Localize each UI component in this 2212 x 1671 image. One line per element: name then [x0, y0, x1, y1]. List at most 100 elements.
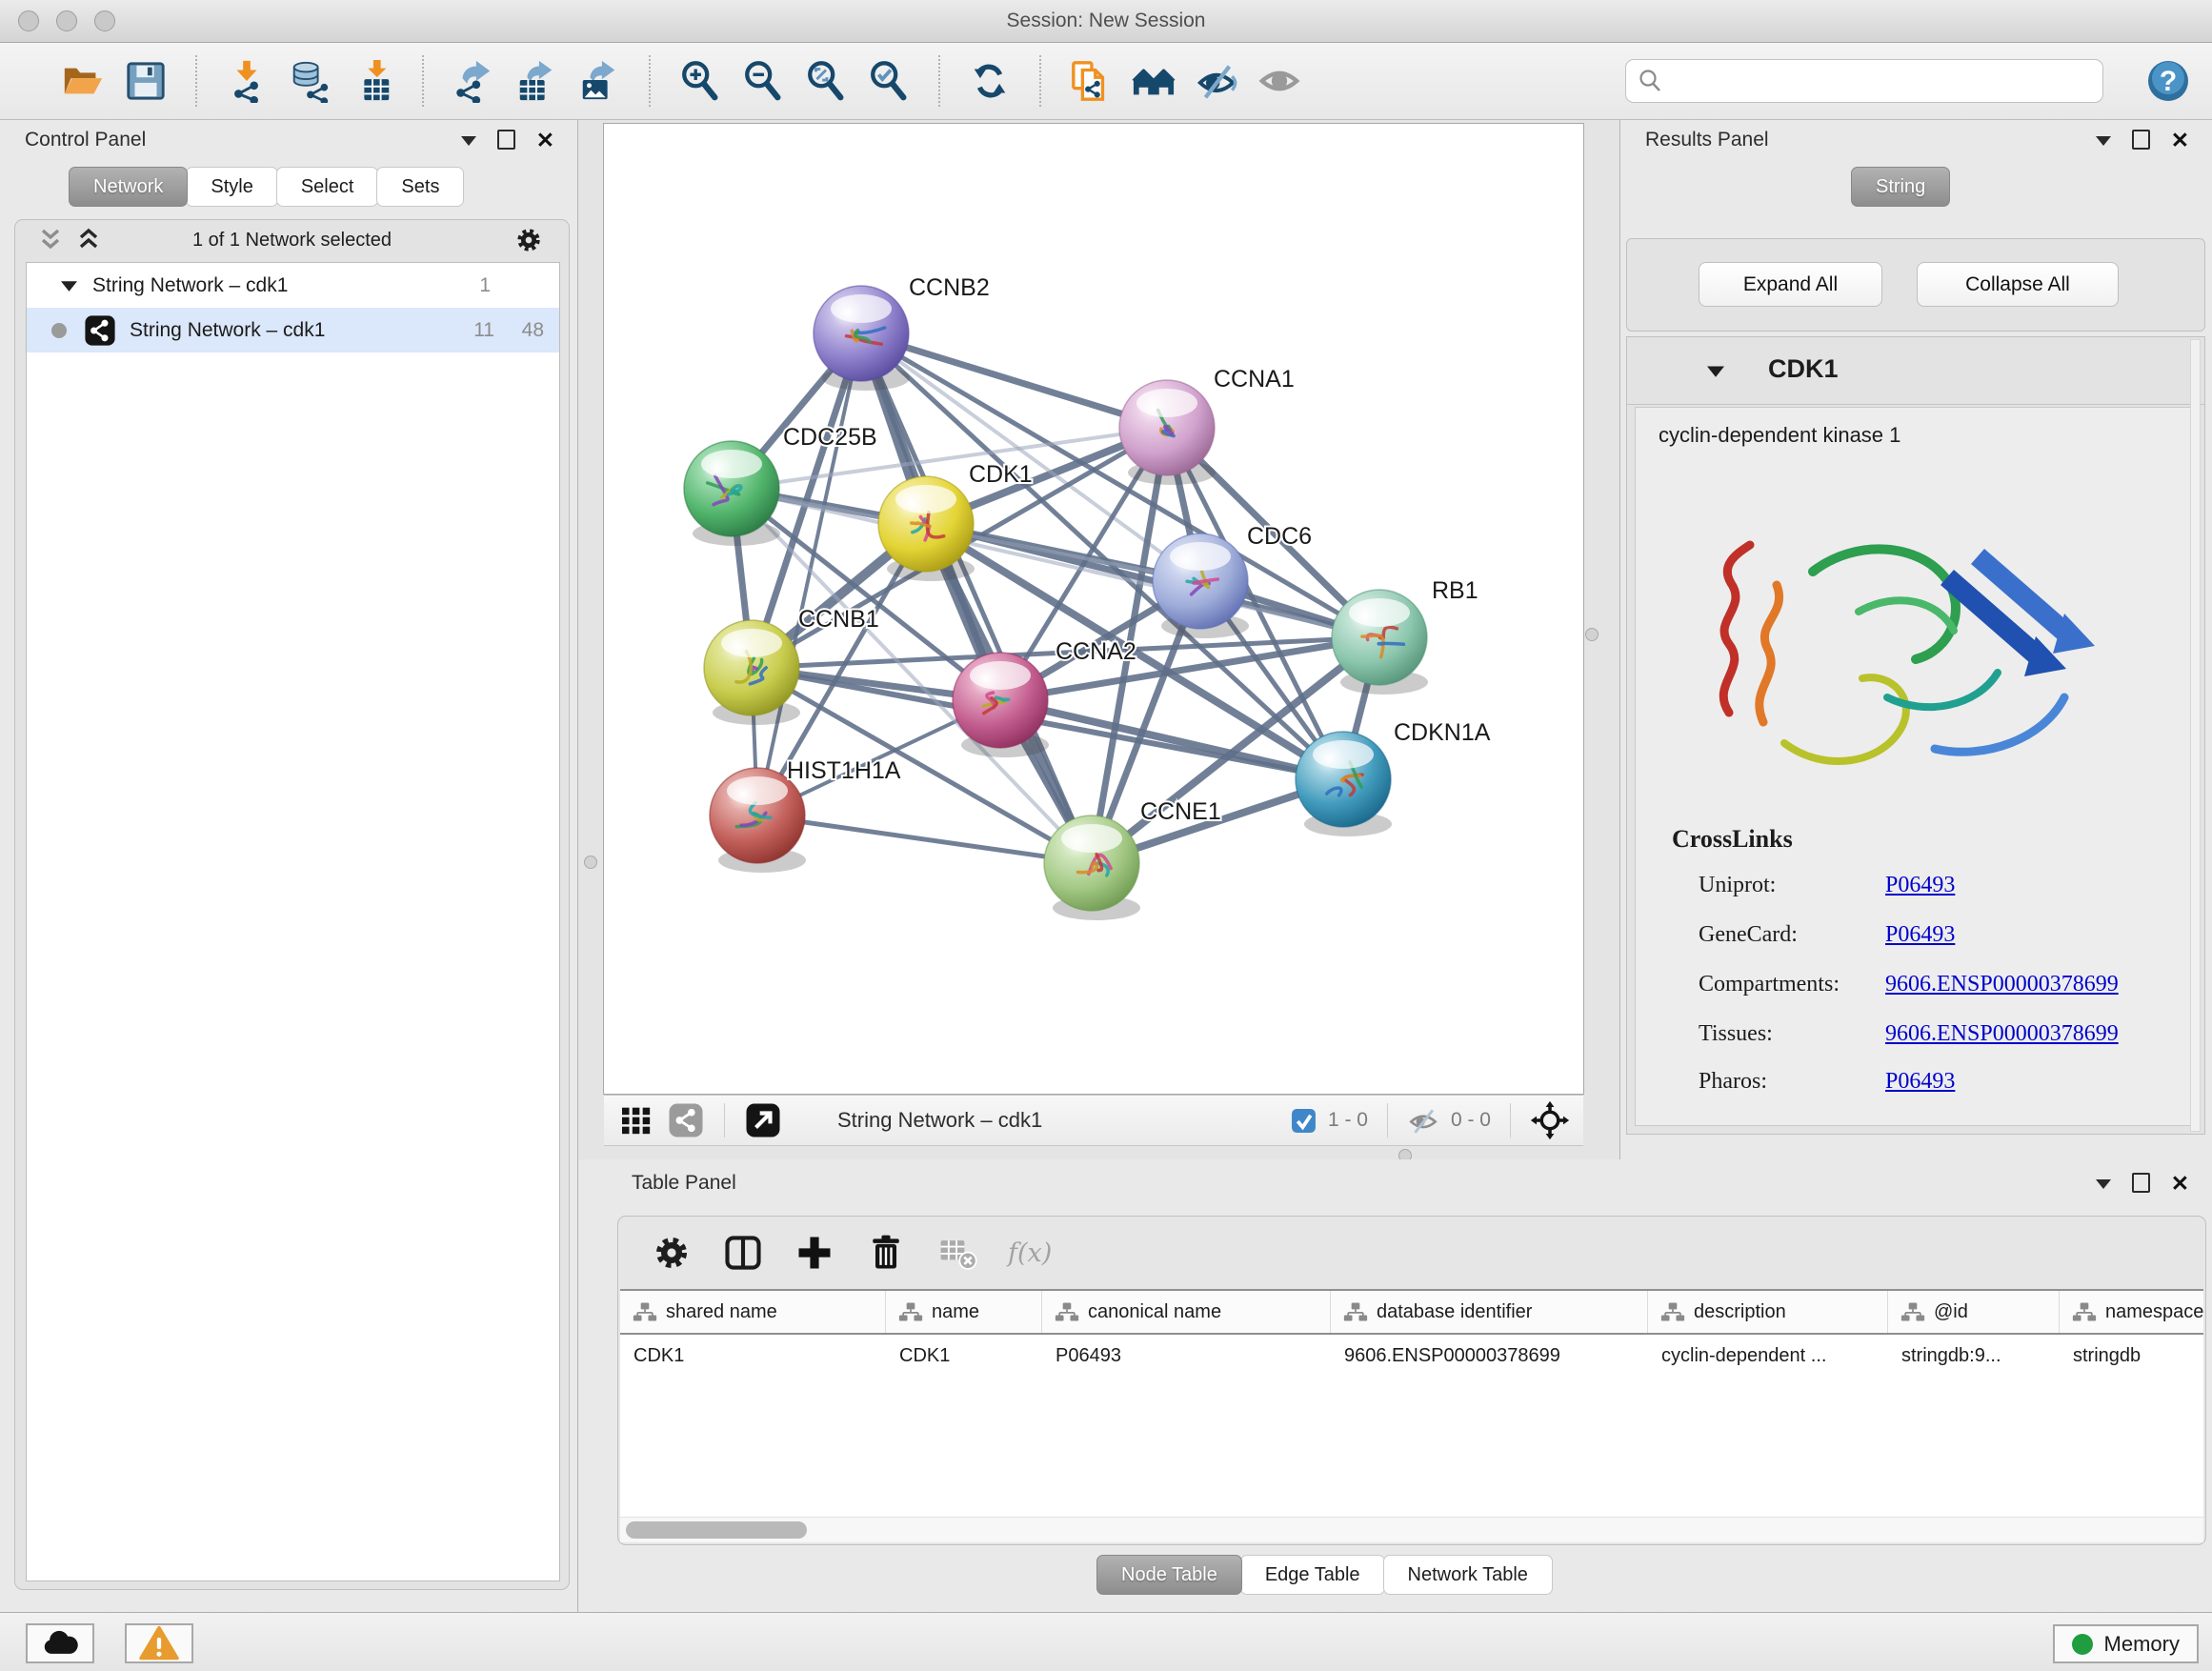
scrollbar-thumb[interactable] — [626, 1521, 807, 1539]
zoom-fit-icon[interactable] — [804, 59, 848, 103]
show-columns-icon[interactable] — [722, 1232, 764, 1274]
results-scrollbar[interactable] — [2190, 339, 2201, 1132]
birdseye-crosshair-icon[interactable] — [1530, 1100, 1570, 1140]
selected-checkbox-icon[interactable] — [1291, 1108, 1317, 1134]
table-panel: Table Panel ✕ — [579, 1159, 2212, 1613]
gear-icon[interactable] — [513, 225, 544, 255]
delete-column-trash-icon[interactable] — [865, 1232, 907, 1274]
column-header[interactable]: database identifier — [1331, 1291, 1648, 1333]
panel-menu-icon[interactable] — [2096, 134, 2111, 146]
network-view-canvas[interactable]: CCNB2CDC25BCDK1CCNA1CDC6RB1CCNB1CCNA2CDK… — [604, 124, 1583, 1094]
show-all-eye-icon[interactable] — [1257, 59, 1301, 103]
save-session-icon[interactable] — [124, 59, 168, 103]
import-table-icon[interactable] — [351, 59, 394, 103]
crosslink-link[interactable]: P06493 — [1885, 922, 1955, 947]
panel-close-icon[interactable]: ✕ — [536, 131, 554, 149]
column-header[interactable]: name — [886, 1291, 1042, 1333]
results-actions-box: Expand All Collapse All — [1626, 238, 2205, 332]
gene-section-header[interactable]: CDK1 — [1627, 337, 2204, 405]
status-bar: Memory — [0, 1612, 2212, 1671]
memory-button[interactable]: Memory — [2053, 1624, 2199, 1663]
expand-all-button[interactable]: Expand All — [1699, 262, 1882, 307]
network-node-RB1[interactable]: RB1 — [1332, 577, 1478, 695]
close-window-button[interactable] — [18, 10, 39, 31]
network-node-CCNB1[interactable]: CCNB1 — [704, 606, 879, 725]
network-row-selected[interactable]: String Network – cdk1 11 48 — [27, 308, 559, 352]
panel-float-icon[interactable] — [2132, 130, 2150, 150]
maximize-window-button[interactable] — [94, 10, 115, 31]
tab-network[interactable]: Network — [69, 167, 188, 207]
clone-network-icon[interactable] — [1069, 59, 1113, 103]
crosslink-link[interactable]: 9606.ENSP00000378699 — [1885, 1021, 2119, 1046]
import-network-icon[interactable] — [225, 59, 269, 103]
table-horizontal-scrollbar[interactable] — [620, 1517, 2203, 1542]
network-tree: String Network – cdk1 1 String Network –… — [26, 262, 560, 1581]
tab-edge-table[interactable]: Edge Table — [1240, 1555, 1385, 1595]
tab-select[interactable]: Select — [276, 167, 379, 207]
refresh-icon[interactable] — [968, 59, 1012, 103]
panel-float-icon[interactable] — [497, 130, 515, 150]
warning-status-button[interactable] — [125, 1623, 193, 1663]
zoom-out-icon[interactable] — [741, 59, 785, 103]
tab-node-table[interactable]: Node Table — [1096, 1555, 1242, 1595]
section-collapse-icon[interactable] — [1707, 364, 1724, 377]
crosslink-link[interactable]: P06493 — [1885, 1069, 1955, 1094]
search-input[interactable] — [1626, 60, 2102, 102]
column-type-icon — [1660, 1301, 1685, 1322]
memory-label: Memory — [2104, 1632, 2180, 1657]
crosslink-link[interactable]: 9606.ENSP00000378699 — [1885, 972, 2119, 997]
delete-table-icon[interactable] — [936, 1232, 978, 1274]
grid-view-icon[interactable] — [617, 1101, 655, 1139]
network-node-CCNA1[interactable]: CCNA1 — [1119, 366, 1295, 485]
minimize-window-button[interactable] — [56, 10, 77, 31]
network-node-CCNB2[interactable]: CCNB2 — [814, 274, 990, 391]
zoom-selected-icon[interactable] — [867, 59, 911, 103]
right-splitter-handle[interactable] — [1585, 628, 1599, 641]
panel-float-icon[interactable] — [2132, 1173, 2150, 1193]
import-database-icon[interactable] — [288, 59, 332, 103]
network-node-CDC6[interactable]: CDC6 — [1153, 523, 1312, 638]
tab-network-table[interactable]: Network Table — [1383, 1555, 1553, 1595]
network-badge-icon[interactable] — [667, 1101, 705, 1139]
column-header[interactable]: description — [1648, 1291, 1888, 1333]
help-icon[interactable]: ? — [2145, 58, 2191, 104]
panel-menu-icon[interactable] — [461, 134, 476, 146]
table-gear-icon[interactable] — [651, 1232, 693, 1274]
home-icon[interactable] — [1132, 59, 1176, 103]
network-edge[interactable] — [757, 333, 861, 815]
open-session-icon[interactable] — [61, 59, 105, 103]
table-row[interactable]: CDK1 CDK1 P06493 9606.ENSP00000378699 cy… — [620, 1335, 2203, 1377]
tab-style[interactable]: Style — [186, 167, 277, 207]
panel-close-icon[interactable]: ✕ — [2171, 131, 2189, 149]
panel-menu-icon[interactable] — [2096, 1178, 2111, 1189]
column-header[interactable]: shared name — [620, 1291, 886, 1333]
tab-string[interactable]: String — [1851, 167, 1950, 207]
hidden-eye-slash-icon[interactable] — [1407, 1104, 1439, 1137]
export-network-icon[interactable] — [452, 59, 495, 103]
detach-view-icon[interactable] — [744, 1101, 782, 1139]
tab-sets[interactable]: Sets — [376, 167, 464, 207]
crosslink-link[interactable]: P06493 — [1885, 873, 1955, 897]
network-node-CDKN1A[interactable]: CDKN1A — [1296, 719, 1491, 836]
crosslink-label: Tissues: — [1699, 1021, 1880, 1047]
node-label: CCNA2 — [1056, 638, 1136, 665]
zoom-in-icon[interactable] — [678, 59, 722, 103]
column-header[interactable]: canonical name — [1042, 1291, 1331, 1333]
function-builder-icon[interactable]: f(x) — [1008, 1238, 1052, 1268]
cloud-status-button[interactable] — [26, 1623, 94, 1663]
node-label: CDK1 — [969, 461, 1033, 488]
export-image-icon[interactable] — [577, 59, 621, 103]
panel-close-icon[interactable]: ✕ — [2171, 1175, 2189, 1192]
collapse-all-button[interactable]: Collapse All — [1917, 262, 2119, 307]
add-column-icon[interactable] — [794, 1232, 835, 1274]
column-header[interactable]: @id — [1888, 1291, 2060, 1333]
network-graph[interactable]: CCNB2CDC25BCDK1CCNA1CDC6RB1CCNB1CCNA2CDK… — [604, 124, 1583, 1094]
network-collection-row[interactable]: String Network – cdk1 1 — [27, 263, 559, 308]
tree-expand-icon[interactable] — [61, 279, 77, 292]
left-splitter-handle[interactable] — [584, 856, 597, 869]
network-node-HIST1H1A[interactable]: HIST1H1A — [710, 757, 901, 873]
column-header[interactable]: namespace — [2060, 1291, 2203, 1333]
network-edge[interactable] — [757, 815, 1092, 863]
hide-selected-eye-slash-icon[interactable] — [1195, 59, 1238, 103]
export-table-icon[interactable] — [514, 59, 558, 103]
